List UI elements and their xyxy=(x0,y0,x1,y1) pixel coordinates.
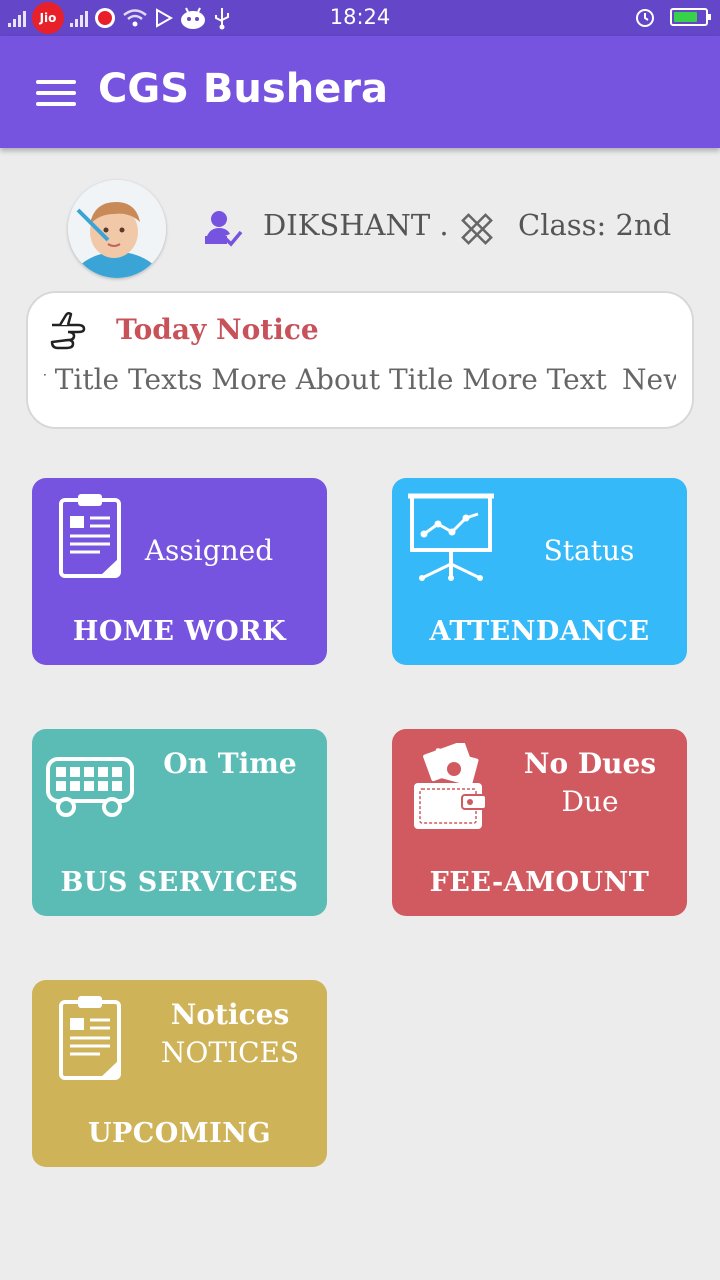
status-bar: Jio 18:24 xyxy=(0,0,720,36)
homework-status: Assigned xyxy=(144,534,274,567)
attendance-label: ATTENDANCE xyxy=(429,616,650,647)
today-notice-card[interactable]: Today Notice y Title Texts More About Ti… xyxy=(26,291,694,429)
homework-tile[interactable]: Assigned HOME WORK xyxy=(32,478,327,665)
user-check-icon xyxy=(205,211,243,247)
avatar[interactable] xyxy=(68,180,166,278)
clock: 18:24 xyxy=(329,5,391,29)
battery-charging-icon xyxy=(670,8,711,26)
pointing-hand-icon xyxy=(50,311,86,350)
notice-title: Today Notice xyxy=(116,313,319,346)
clipboard-icon-2 xyxy=(59,996,121,1080)
app-title: CGS Bushera xyxy=(98,66,389,112)
notice-marquee: y Title Texts More About Title More Text… xyxy=(44,363,676,403)
wallet-icon xyxy=(414,743,487,829)
bus-icon xyxy=(46,757,134,817)
bus-services-label: BUS SERVICES xyxy=(60,867,299,898)
presentation-chart-icon xyxy=(408,493,494,581)
upcoming-tile[interactable]: Notices NOTICES UPCOMING xyxy=(32,980,327,1167)
homework-label: HOME WORK xyxy=(72,616,287,647)
notices-status: Notices xyxy=(170,998,290,1031)
fee-due: Due xyxy=(561,785,619,818)
marquee-text: y Title Texts More About Title More Text xyxy=(44,363,607,396)
ruler-pencil-icon xyxy=(461,213,493,245)
attendance-status: Status xyxy=(543,534,635,567)
bus-services-tile[interactable]: On Time BUS SERVICES xyxy=(32,729,327,916)
hamburger-menu-icon[interactable] xyxy=(36,80,76,106)
attendance-tile[interactable]: Status ATTENDANCE xyxy=(392,478,687,665)
clipboard-icon xyxy=(59,494,121,578)
class-label: Class: 2nd xyxy=(518,208,672,242)
student-name: DIKSHANT . xyxy=(263,208,449,242)
bus-status: On Time xyxy=(163,747,297,780)
notices-sub: NOTICES xyxy=(160,1036,300,1069)
fee-amount-label: FEE-AMOUNT xyxy=(429,867,650,898)
alarm-icon xyxy=(636,9,654,27)
fee-amount-tile[interactable]: No Dues Due FEE-AMOUNT xyxy=(392,729,687,916)
app-bar: CGS Bushera xyxy=(0,36,720,148)
marquee-next-text: New xyxy=(622,363,676,396)
fee-status: No Dues xyxy=(523,747,657,780)
upcoming-label: UPCOMING xyxy=(87,1118,272,1149)
